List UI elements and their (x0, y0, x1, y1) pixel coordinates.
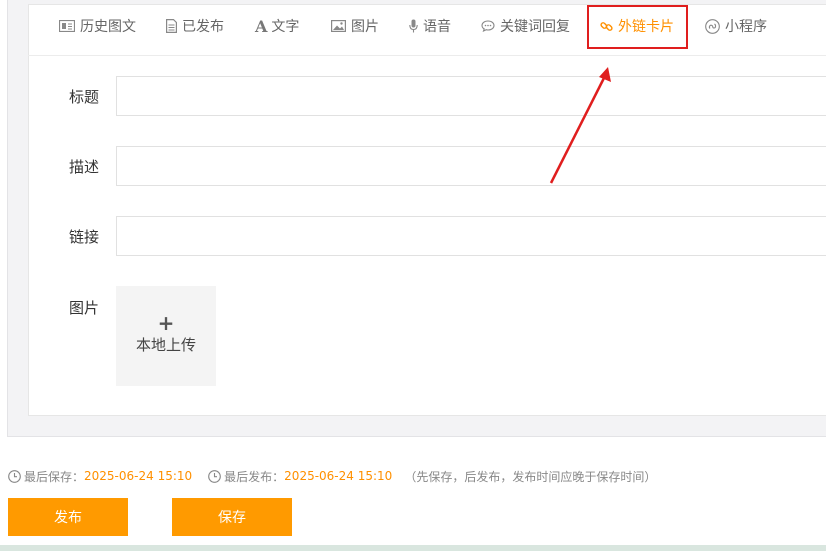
tab-published-label: 已发布 (182, 19, 224, 35)
clock-icon (8, 469, 21, 483)
image-label: 图片 (69, 299, 100, 317)
last-saved-label: 最后保存： (24, 469, 85, 484)
last-saved-time: 2025-06-24 15:10 (84, 469, 193, 483)
publish-button[interactable]: 发布 (8, 498, 128, 536)
link-icon (600, 21, 613, 31)
tab-mini-program[interactable]: 小程序 (705, 0, 767, 52)
tab-keyword-reply-label: 关键词回复 (500, 19, 570, 35)
save-publish-info: 最后保存： 2025-06-24 15:10 最后发布： 2025-06-24 … (8, 467, 656, 485)
history-icon (59, 20, 75, 32)
tab-image[interactable]: 图片 (331, 0, 379, 52)
tab-text[interactable]: A 文字 (255, 0, 299, 52)
tab-voice-label: 语音 (423, 19, 451, 35)
title-label: 标题 (69, 88, 100, 106)
clock-icon (208, 469, 222, 483)
microphone-icon (409, 19, 418, 33)
link-label: 链接 (69, 228, 100, 246)
link-input[interactable] (116, 216, 826, 256)
chat-icon (481, 20, 495, 32)
image-upload-button[interactable]: + 本地上传 (116, 286, 216, 386)
last-published-label: 最后发布： (224, 469, 285, 484)
tab-history-label: 历史图文 (80, 19, 136, 35)
tab-image-label: 图片 (351, 19, 379, 35)
publish-order-note: （先保存，后发布，发布时间应晚于保存时间） (404, 469, 657, 484)
tab-text-label: 文字 (271, 19, 300, 35)
tab-mini-program-label: 小程序 (725, 19, 767, 35)
tab-history[interactable]: 历史图文 (59, 0, 136, 52)
bottom-divider (0, 545, 826, 551)
save-button[interactable]: 保存 (172, 498, 292, 536)
tab-external-link-card-label: 外链卡片 (618, 19, 674, 35)
tab-published[interactable]: 已发布 (166, 0, 224, 52)
title-input[interactable] (116, 76, 826, 116)
tab-external-link-card[interactable]: 外链卡片 (600, 0, 674, 52)
description-input[interactable] (116, 146, 826, 186)
plus-icon: + (157, 311, 175, 335)
text-icon: A (255, 16, 268, 36)
mini-program-icon (705, 18, 720, 34)
last-published-time: 2025-06-24 15:10 (284, 469, 393, 483)
document-icon (166, 19, 177, 33)
image-icon (331, 20, 346, 32)
upload-label: 本地上传 (135, 336, 196, 354)
description-label: 描述 (69, 158, 100, 176)
tab-keyword-reply[interactable]: 关键词回复 (481, 0, 570, 52)
tab-voice[interactable]: 语音 (409, 0, 451, 52)
